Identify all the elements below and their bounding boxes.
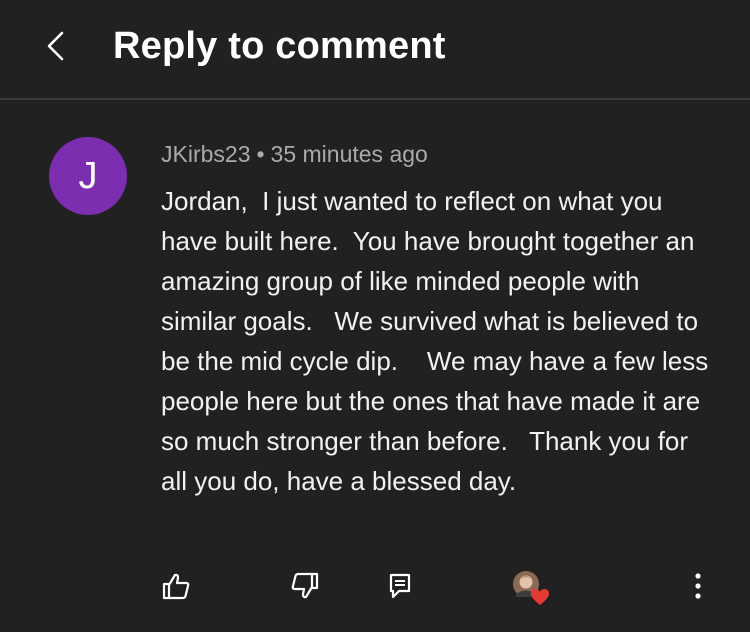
creator-heart [508,566,549,606]
like-button[interactable] [156,566,196,606]
dislike-button[interactable] [285,566,325,606]
author-name[interactable]: JKirbs23 [161,141,250,167]
more-vertical-icon [695,573,701,599]
more-options-button[interactable] [678,566,718,606]
creator-heart-icon [531,589,549,605]
comment-meta: JKirbs23 • 35 minutes ago [161,140,428,168]
avatar[interactable]: J [49,137,127,215]
reply-comment-icon [389,573,411,599]
creator-avatar [512,570,549,605]
chevron-left-icon [47,31,64,61]
avatar-letter: J [78,154,98,197]
reply-button[interactable] [380,566,420,606]
comment-timestamp: 35 minutes ago [270,141,428,167]
header-bar: Reply to comment [0,0,750,100]
comment-text: Jordan, I just wanted to reflect on what… [161,186,716,496]
meta-separator: • [256,141,265,167]
thumbs-up-icon [162,573,190,600]
thumbs-down-icon [291,572,319,599]
back-button[interactable] [36,26,76,66]
page-title: Reply to comment [113,25,446,67]
